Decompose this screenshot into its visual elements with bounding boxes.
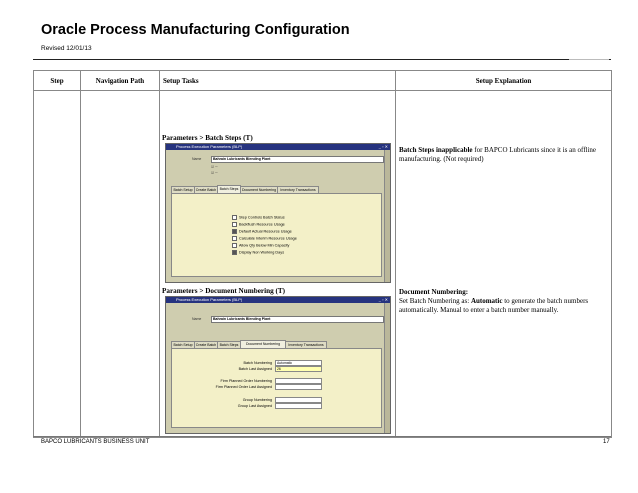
setup-explanation-cell: Batch Steps inapplicable for BAPCO Lubri… <box>395 90 612 438</box>
tab-batch-steps: Batch Steps <box>217 341 241 348</box>
document-numbering-explanation: Document Numbering: Set Batch Numbering … <box>399 288 607 315</box>
batch-steps-screenshot: Process Execution Parameters (BLP) _ ▫ ✕… <box>165 143 391 283</box>
checkbox-label: Calculate Interim Resource Usage <box>239 236 297 241</box>
checkbox-icon <box>232 215 237 220</box>
footer-business-unit: BAPCO LUBRICANTS BUSINESS UNIT <box>41 439 150 445</box>
column-header-step: Step <box>33 70 81 91</box>
window-title: Process Execution Parameters (BLP) <box>176 297 243 302</box>
checkbox-non-working-days: Display Non Working Days <box>232 250 284 255</box>
explanation-text: Set Batch Numbering as: <box>399 297 470 305</box>
batch-numbering-label: Batch Numbering <box>243 361 273 365</box>
checkbox-step-controls: Step Controls Batch Status <box>232 215 285 220</box>
group-last-assigned-field <box>275 403 322 409</box>
tab-inventory-transactions: Inventory Transactions <box>277 186 319 193</box>
checkbox-default-actual: Default Actual Resource Usage <box>232 229 292 234</box>
footer-rule <box>33 436 611 437</box>
fpo-last-assigned-label: Firm Planned Order Last Assigned <box>215 385 272 389</box>
checkbox-checked-icon <box>232 229 237 234</box>
revised-date: Revised 12/01/13 <box>41 45 92 52</box>
checkbox-icon <box>232 236 237 241</box>
explanation-bold: Batch Steps inapplicable <box>399 146 473 154</box>
org-name-field: Bahrain Lubricants Blending Plant <box>211 316 384 323</box>
group-last-assigned-label: Group Last Assigned <box>237 404 272 408</box>
checkbox-label: Step Controls Batch Status <box>239 215 285 220</box>
org-name-field: Bahrain Lubricants Blending Plant <box>211 156 384 163</box>
setup-table: Step Navigation Path Setup Tasks Setup E… <box>33 70 612 438</box>
navigation-path-cell <box>80 90 160 438</box>
tab-document-numbering: Document Numbering <box>240 340 286 348</box>
setup-tasks-cell: Parameters > Batch Steps (T) Process Exe… <box>159 90 396 438</box>
checkbox-allow-qty: Allow Qty Below Min Capacity <box>232 243 289 248</box>
step-cell <box>33 90 81 438</box>
checkbox-label: Display Non Working Days <box>239 250 285 255</box>
batch-steps-explanation: Batch Steps inapplicable for BAPCO Lubri… <box>399 146 607 164</box>
column-header-setup-tasks: Setup Tasks <box>159 70 396 91</box>
checkbox-backflush: Backflush Resource Usage <box>232 222 285 227</box>
checkbox-icon: ☑ ─ <box>211 165 218 169</box>
table-row: Parameters > Batch Steps (T) Process Exe… <box>33 90 612 438</box>
scrollbar <box>384 303 390 433</box>
checkbox-icon: ☑ ─ <box>211 171 218 175</box>
column-header-setup-explanation: Setup Explanation <box>395 70 612 91</box>
fpo-last-assigned-field <box>275 384 322 390</box>
header-rule <box>33 59 611 60</box>
org-name-label: Name <box>192 317 202 321</box>
task-label-document-numbering: Parameters > Document Numbering (T) <box>162 287 286 295</box>
checkbox-label: Default Actual Resource Usage <box>239 229 292 234</box>
explanation-bold-value: Automatic <box>470 297 503 305</box>
explanation-bold: Document Numbering: <box>399 288 469 296</box>
table-header-row: Step Navigation Path Setup Tasks Setup E… <box>33 70 612 91</box>
tab-batch-setup: Batch Setup <box>171 341 195 348</box>
task-label-batch-steps: Parameters > Batch Steps (T) <box>162 134 253 142</box>
footer-page-number: 17 <box>603 439 610 445</box>
batch-last-assigned-field: 26 <box>275 366 322 372</box>
checkbox-icon <box>232 222 237 227</box>
checkbox-label: Allow Qty Below Min Capacity <box>239 243 290 248</box>
checkbox-label: Backflush Resource Usage <box>239 222 285 227</box>
header-rule-tick <box>569 59 609 64</box>
tab-create-batch: Create Batch <box>194 186 218 193</box>
batch-last-assigned-label: Batch Last Assigned <box>238 367 272 371</box>
tab-inventory-transactions: Inventory Transactions <box>285 341 327 348</box>
org-name-label: Name <box>192 157 202 161</box>
tab-batch-setup: Batch Setup <box>171 186 195 193</box>
tab-document-numbering: Document Numbering <box>240 186 278 193</box>
batch-steps-panel: Step Controls Batch Status Backflush Res… <box>171 193 382 277</box>
scrollbar <box>384 150 390 282</box>
page-title: Oracle Process Manufacturing Configurati… <box>41 22 350 38</box>
checkbox-checked-icon <box>232 250 237 255</box>
document-numbering-screenshot: Process Execution Parameters (BLP) _ ▫ ✕… <box>165 296 391 434</box>
window-title: Process Execution Parameters (BLP) <box>176 144 243 149</box>
checkbox-icon <box>232 243 237 248</box>
document-numbering-panel: Batch Numbering Automatic Batch Last Ass… <box>171 348 382 428</box>
group-numbering-label: Group Numbering <box>242 398 272 402</box>
column-header-navigation-path: Navigation Path <box>80 70 160 91</box>
fpo-numbering-label: Firm Planned Order Numbering <box>220 379 272 383</box>
checkbox-calculate-interim: Calculate Interim Resource Usage <box>232 236 297 241</box>
tab-create-batch: Create Batch <box>194 341 218 348</box>
tab-batch-steps: Batch Steps <box>217 185 241 193</box>
